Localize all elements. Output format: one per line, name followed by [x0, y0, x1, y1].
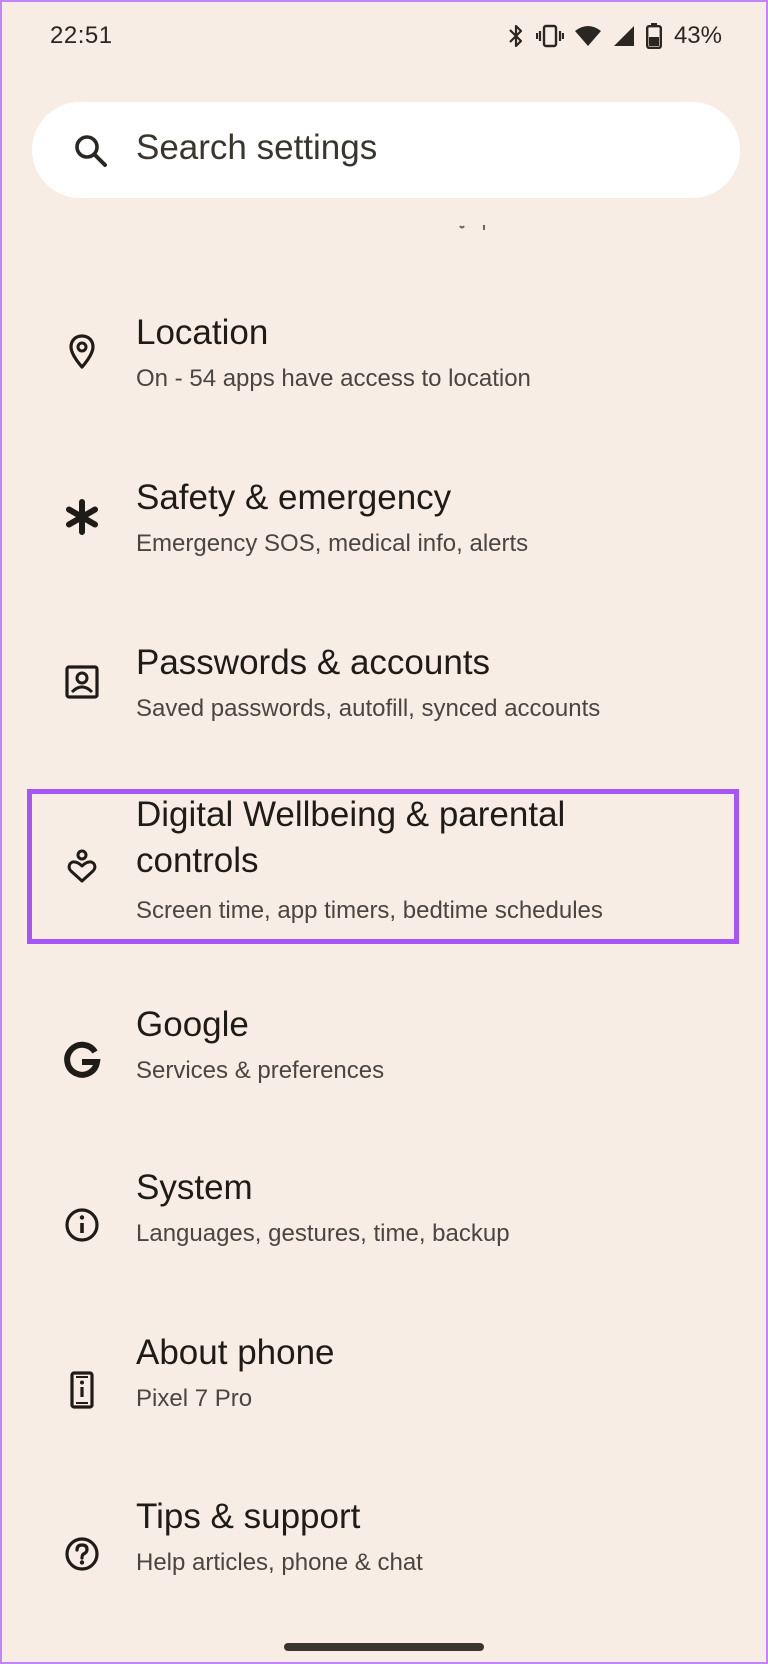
- search-placeholder: Search settings: [136, 128, 378, 167]
- asterisk-icon: [62, 497, 102, 537]
- settings-item-passwords-accounts[interactable]: Passwords & accounts Saved passwords, au…: [2, 622, 766, 742]
- settings-item-about-phone[interactable]: About phone Pixel 7 Pro: [2, 1330, 766, 1450]
- home-gesture-handle[interactable]: [284, 1643, 484, 1651]
- status-icons: 43%: [506, 20, 722, 52]
- settings-item-subtitle: Pixel 7 Pro: [136, 1385, 253, 1412]
- settings-item-subtitle: Languages, gestures, time, backup: [136, 1220, 510, 1247]
- settings-item-tips-support[interactable]: Tips & support Help articles, phone & ch…: [2, 1494, 766, 1614]
- location-pin-icon: [62, 332, 102, 372]
- settings-item-title: Passwords & accounts: [136, 643, 491, 682]
- battery-icon: [645, 23, 662, 49]
- settings-item-subtitle: Emergency SOS, medical info, alerts: [136, 530, 529, 557]
- settings-item-subtitle: Help articles, phone & chat: [136, 1549, 423, 1576]
- info-circle-icon: [62, 1205, 102, 1245]
- battery-percent: 43%: [673, 22, 722, 49]
- settings-item-location[interactable]: Location On - 54 apps have access to loc…: [2, 292, 766, 412]
- cell-signal-icon: [612, 24, 636, 48]
- settings-item-subtitle: Saved passwords, autofill, synced accoun…: [136, 695, 601, 722]
- settings-item-title: System: [136, 1168, 253, 1207]
- highlight-annotation: [27, 789, 739, 944]
- search-bar[interactable]: Search settings: [32, 102, 740, 198]
- settings-item-title: Google: [136, 1005, 249, 1044]
- settings-item-subtitle: On - 54 apps have access to location: [136, 365, 531, 392]
- settings-item-google[interactable]: Google Services & preferences: [2, 1002, 766, 1122]
- phone-info-icon: [62, 1370, 102, 1410]
- settings-item-title: Location: [136, 313, 269, 352]
- status-time: 22:51: [50, 22, 113, 49]
- search-icon: [74, 134, 108, 168]
- settings-item-subtitle: Services & preferences: [136, 1057, 385, 1084]
- settings-item-system[interactable]: System Languages, gestures, time, backup: [2, 1165, 766, 1285]
- settings-item-title: Safety & emergency: [136, 478, 452, 517]
- settings-item-title: About phone: [136, 1333, 335, 1372]
- settings-screen: 22:51 43% Search settings Location On - …: [0, 0, 768, 1664]
- settings-item-safety-emergency[interactable]: Safety & emergency Emergency SOS, medica…: [2, 457, 766, 577]
- status-bar: 22:51 43%: [2, 2, 766, 72]
- vibrate-icon: [535, 23, 564, 49]
- bluetooth-icon: [506, 23, 526, 49]
- scrolled-content-fragment: [459, 225, 485, 230]
- wifi-icon: [574, 24, 602, 48]
- google-g-icon: [62, 1040, 102, 1080]
- settings-item-title: Tips & support: [136, 1497, 361, 1536]
- help-circle-icon: [62, 1534, 102, 1574]
- account-box-icon: [62, 662, 102, 702]
